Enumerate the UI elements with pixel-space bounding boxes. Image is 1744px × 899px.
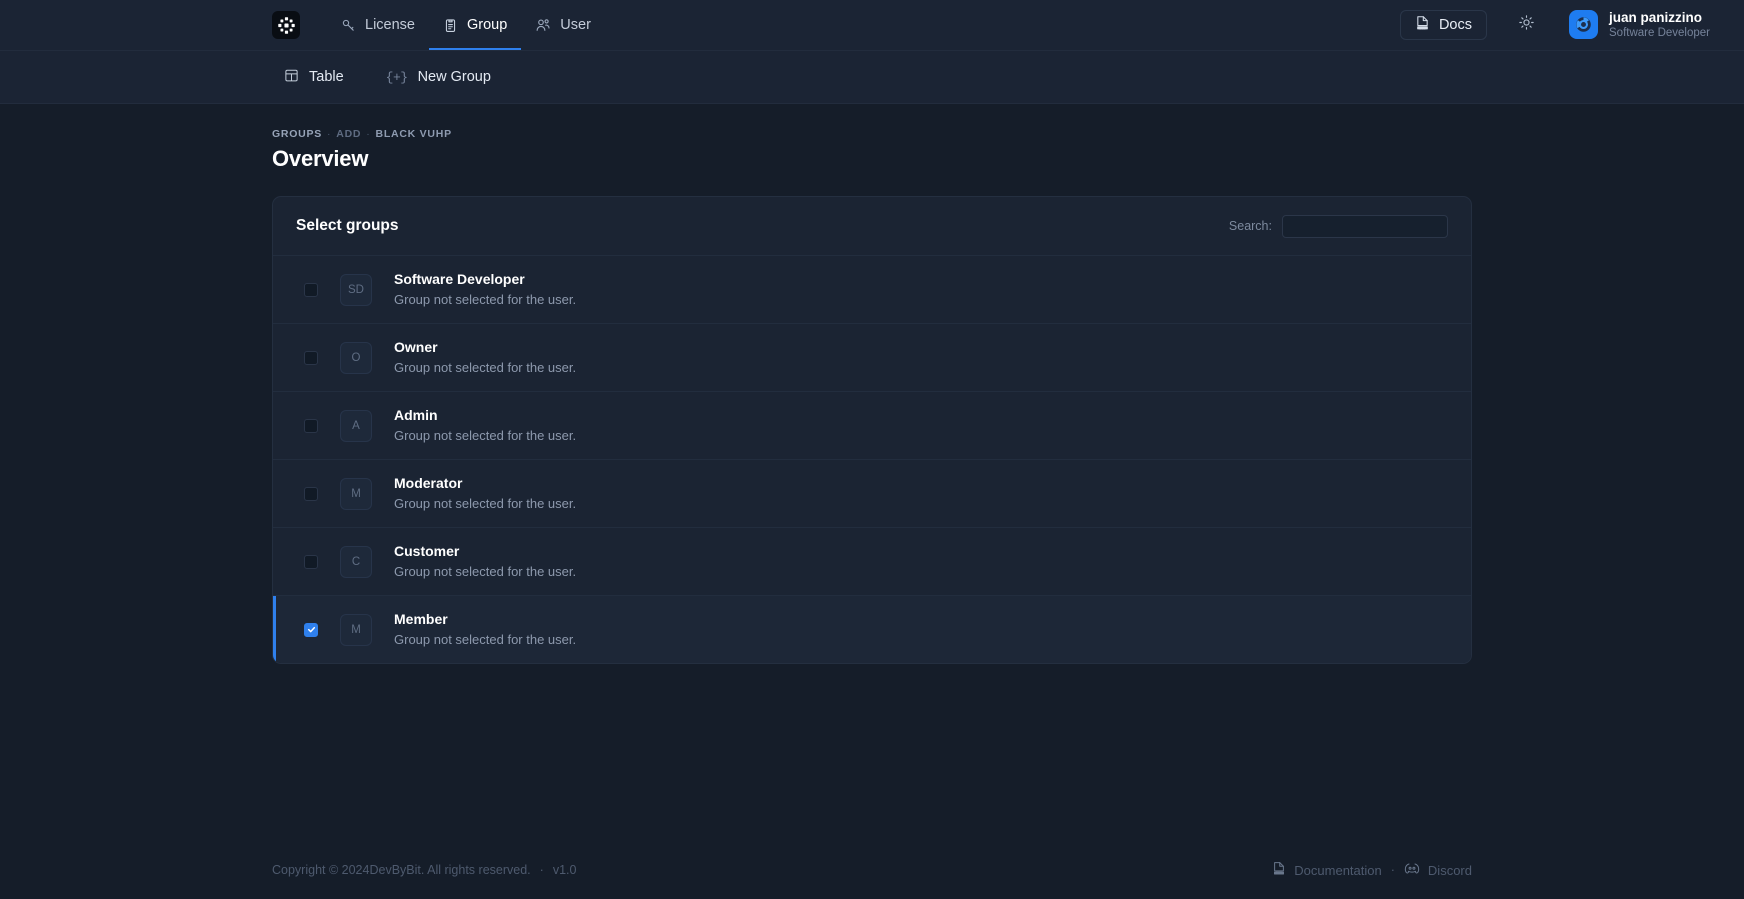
breadcrumb-item-groups[interactable]: GROUPS — [272, 128, 322, 140]
group-text: Owner Group not selected for the user. — [394, 338, 576, 376]
copyright-suffix: . All rights reserved. — [420, 863, 531, 877]
docs-button-label: Docs — [1438, 16, 1472, 33]
svg-text:DOC: DOC — [1420, 26, 1426, 30]
group-name: Moderator — [394, 475, 463, 492]
main-content: GROUPS · ADD · BLACK VUHP Overview Selec… — [0, 104, 1744, 841]
group-name: Owner — [394, 339, 438, 356]
sun-icon — [1518, 14, 1535, 36]
documentation-label: Documentation — [1294, 862, 1382, 878]
doc-icon: DOC — [1415, 15, 1430, 35]
group-text: Moderator Group not selected for the use… — [394, 474, 576, 512]
header-right: DOC Docs juan panizzino Software Develop… — [1399, 7, 1714, 44]
breadcrumb-separator: · — [327, 128, 332, 140]
group-initials-badge: C — [340, 545, 372, 578]
group-name: Customer — [394, 543, 460, 560]
group-list: SD Software Developer Group not selected… — [273, 255, 1471, 663]
docs-button[interactable]: DOC Docs — [1399, 9, 1487, 40]
table-row[interactable]: C Customer Group not selected for the us… — [273, 527, 1471, 595]
search-area: Search: — [1228, 214, 1448, 238]
nav-item-group-label: Group — [466, 17, 508, 33]
theme-toggle-button[interactable] — [1509, 8, 1543, 42]
plus-brackets-icon: {+} — [385, 69, 408, 85]
clipboard-icon — [443, 18, 458, 33]
group-description: Group not selected for the user. — [394, 632, 577, 648]
group-initials-badge: SD — [340, 273, 372, 306]
table-row[interactable]: A Admin Group not selected for the user. — [273, 391, 1471, 459]
group-text: Admin Group not selected for the user. — [394, 406, 576, 444]
profile-name: juan panizzino — [1609, 9, 1702, 25]
search-label: Search: — [1228, 219, 1272, 233]
row-checkbox[interactable] — [304, 418, 318, 433]
group-text: Member Group not selected for the user. — [394, 610, 576, 648]
breadcrumb-separator: · — [366, 128, 371, 140]
nav-item-license-label: License — [365, 17, 415, 33]
footer-links: DOC Documentation · Discord — [1272, 861, 1472, 879]
brand-link[interactable]: DevByBit — [369, 863, 420, 877]
profile-role: Software Developer — [1609, 26, 1710, 39]
discord-link[interactable]: Discord — [1404, 862, 1472, 878]
documentation-link[interactable]: DOC Documentation — [1272, 861, 1382, 879]
group-initials-badge: O — [340, 341, 372, 374]
row-checkbox[interactable] — [304, 554, 318, 569]
row-checkbox[interactable] — [304, 622, 318, 637]
search-input[interactable] — [1282, 214, 1448, 238]
footer-separator: · — [1390, 863, 1395, 877]
breadcrumb: GROUPS · ADD · BLACK VUHP — [272, 128, 1472, 140]
row-checkbox[interactable] — [304, 350, 318, 365]
row-checkbox[interactable] — [304, 486, 318, 501]
table-row[interactable]: SD Software Developer Group not selected… — [273, 255, 1471, 323]
nav-item-group[interactable]: Group — [428, 0, 522, 50]
page-title: Overview — [272, 146, 369, 171]
copyright-prefix: Copyright © 2024 — [272, 863, 370, 877]
table-icon — [284, 68, 299, 87]
card-title: Select groups — [296, 217, 399, 234]
app-root: License Group User DOC Docs juan panizzi… — [0, 0, 1744, 899]
group-description: Group not selected for the user. — [394, 496, 577, 512]
nav-item-user[interactable]: User — [521, 0, 605, 50]
new-group-button[interactable]: {+} New Group — [374, 62, 503, 92]
group-initials-badge: M — [340, 477, 372, 510]
table-view-label: Table — [309, 69, 344, 85]
breadcrumb-item-current: BLACK VUHP — [375, 128, 452, 140]
svg-text:DOC: DOC — [1277, 872, 1283, 875]
doc-icon: DOC — [1272, 861, 1286, 879]
header-left: License Group User — [0, 0, 605, 50]
key-icon — [341, 18, 356, 33]
group-name: Software Developer — [394, 271, 525, 288]
select-groups-card: Select groups Search: SD Software Develo… — [272, 196, 1472, 664]
group-description: Group not selected for the user. — [394, 360, 577, 376]
users-icon — [535, 17, 551, 33]
nav-item-user-label: User — [560, 17, 591, 33]
group-text: Customer Group not selected for the user… — [394, 542, 576, 580]
group-name: Admin — [394, 407, 438, 424]
table-row[interactable]: M Member Group not selected for the user… — [273, 595, 1471, 663]
card-header: Select groups Search: — [273, 197, 1471, 255]
sub-toolbar: Table {+} New Group — [0, 51, 1744, 104]
footer-separator: · — [539, 863, 544, 877]
new-group-label: New Group — [417, 69, 491, 85]
row-checkbox[interactable] — [304, 282, 318, 297]
group-text: Software Developer Group not selected fo… — [394, 270, 576, 308]
snowflake-cluster-logo-icon[interactable] — [272, 11, 300, 39]
group-initials-badge: M — [340, 613, 372, 646]
avatar — [1569, 10, 1598, 40]
group-description: Group not selected for the user. — [394, 564, 577, 580]
top-header: License Group User DOC Docs juan panizzi… — [0, 0, 1744, 51]
user-profile[interactable]: juan panizzino Software Developer — [1565, 7, 1714, 44]
table-view-button[interactable]: Table — [272, 61, 356, 94]
version-label: v1.0 — [552, 863, 577, 877]
primary-nav: License Group User — [327, 0, 605, 50]
group-initials-badge: A — [340, 409, 372, 442]
table-row[interactable]: M Moderator Group not selected for the u… — [273, 459, 1471, 527]
group-description: Group not selected for the user. — [394, 428, 577, 444]
profile-text: juan panizzino Software Developer — [1609, 10, 1710, 41]
discord-icon — [1404, 862, 1420, 878]
nav-item-license[interactable]: License — [327, 0, 429, 50]
discord-label: Discord — [1427, 862, 1472, 878]
group-name: Member — [394, 611, 448, 628]
page-footer: Copyright © 2024 DevByBit . All rights r… — [0, 841, 1744, 899]
group-description: Group not selected for the user. — [394, 292, 577, 308]
table-row[interactable]: O Owner Group not selected for the user. — [273, 323, 1471, 391]
breadcrumb-item-add[interactable]: ADD — [336, 128, 361, 140]
